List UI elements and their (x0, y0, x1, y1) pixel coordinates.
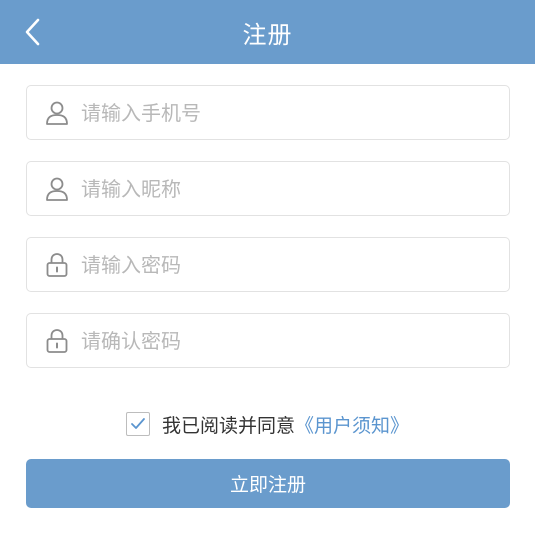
register-button[interactable]: 立即注册 (26, 459, 510, 508)
back-button[interactable] (18, 16, 48, 48)
agreement-text: 我已阅读并同意 (161, 414, 295, 437)
confirm-password-field[interactable] (26, 313, 510, 368)
nickname-input[interactable] (81, 176, 461, 201)
agreement-row: 我已阅读并同意 《用户须知》 (0, 409, 535, 439)
user-notice-link[interactable]: 《用户须知》 (295, 411, 409, 438)
user-icon (45, 100, 69, 126)
lock-icon (45, 328, 69, 354)
check-icon (131, 418, 145, 429)
chevron-left-icon (25, 18, 40, 46)
nickname-field[interactable] (26, 161, 510, 216)
phone-field[interactable] (26, 85, 510, 140)
confirm-password-input[interactable] (81, 328, 461, 353)
password-input[interactable] (81, 252, 461, 277)
user-icon (45, 176, 69, 202)
password-field[interactable] (26, 237, 510, 292)
phone-input[interactable] (81, 100, 461, 125)
header-bar: 注册 (0, 0, 535, 64)
page-title: 注册 (242, 20, 293, 49)
agreement-checkbox[interactable] (125, 412, 150, 436)
lock-icon (45, 252, 69, 278)
